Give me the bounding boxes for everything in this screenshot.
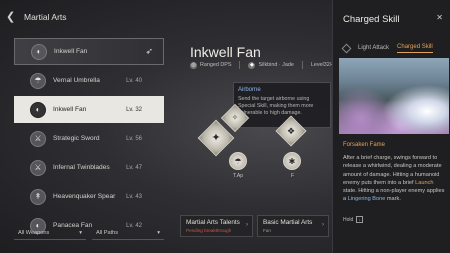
weapon-level: Lv. 43: [126, 193, 142, 200]
weapon-name: Inkwell Fan: [54, 48, 88, 55]
skill-tab-icon: [341, 43, 352, 54]
sword-icon: ⚔: [30, 130, 46, 147]
back-icon[interactable]: ❮: [6, 11, 18, 23]
hold-label: Hold: [343, 216, 354, 223]
chevron-down-icon: ▾: [157, 229, 160, 236]
weapon-item-equipped[interactable]: ◐ Inkwell Fan ➶: [14, 38, 164, 65]
weapon-name: Infernal Twinblades: [53, 164, 110, 171]
spear-icon: ↟: [30, 188, 46, 205]
weapon-item[interactable]: ⚔ Strategic Sword Lv. 56: [14, 125, 164, 152]
fan-icon: ◐: [31, 43, 47, 60]
node-label: T.Ap: [233, 173, 244, 179]
filters: All Weapons ▾ All Paths ▾: [14, 226, 164, 240]
key-icon: ↓: [356, 216, 364, 223]
fan-icon: ✦: [211, 132, 221, 144]
tooltip-title: Airborne: [238, 87, 261, 93]
skill-node-bottom-left[interactable]: ☂: [229, 152, 247, 170]
basic-martial-arts-button[interactable]: Basic Martial Arts Fan ›: [257, 215, 329, 237]
weapon-meta: ◎ Ranged DPS ◆ Silkbind · Jade Level32/4…: [190, 61, 337, 69]
node-label: F: [291, 173, 295, 179]
weapon-level: Lv. 40: [126, 77, 142, 84]
weapon-item[interactable]: ↟ Heavenquaker Spear Lv. 43: [14, 183, 164, 210]
panel-title: Charged Skill: [343, 14, 400, 25]
talents-title: Martial Arts Talents: [186, 219, 240, 226]
weapon-name: Inkwell Fan: [53, 106, 87, 113]
tooltip-body: Send the target airborne using Special S…: [238, 96, 314, 116]
weapon-type: Ranged DPS: [200, 62, 232, 68]
weapon-title: Inkwell Fan: [190, 44, 261, 60]
skill-description: After a brief charge, swings forward to …: [343, 154, 447, 204]
weapon-level: Lv. 47: [126, 164, 142, 171]
bind-icon: ◆: [248, 61, 256, 69]
weapon-filter-dropdown[interactable]: All Weapons ▾: [14, 226, 86, 240]
chevron-down-icon: ▾: [79, 229, 82, 236]
weapon-item[interactable]: ⚔ Infernal Twinblades Lv. 47: [14, 154, 164, 181]
weapon-name: Strategic Sword: [53, 135, 100, 142]
twinblades-icon: ⚔: [30, 159, 46, 176]
divider: [239, 61, 241, 69]
weapon-name: Heavenquaker Spear: [53, 193, 116, 200]
chevron-right-icon: ›: [246, 222, 248, 228]
skill-node-bottom-right[interactable]: ✱: [283, 152, 301, 170]
basic-title: Basic Martial Arts: [263, 219, 313, 226]
weapon-level: Lv. 56: [126, 135, 142, 142]
bind-cell: ◆ Silkbind · Jade: [248, 61, 294, 69]
close-icon[interactable]: ✕: [436, 13, 443, 22]
umbrella-icon: ☂: [30, 72, 46, 89]
role-cell: ◎ Ranged DPS: [190, 61, 232, 69]
weapon-item-selected[interactable]: ◐ Inkwell Fan Lv. 32: [14, 96, 164, 123]
wind-icon: ✧: [231, 113, 239, 122]
skill-preview-image: [339, 58, 449, 134]
divider: [301, 61, 303, 69]
page-title: Martial Arts: [24, 12, 67, 22]
skill-tabs: Light Attack Charged Skill: [341, 43, 433, 54]
role-icon: ◎: [190, 61, 197, 69]
skill-detail-panel: Charged Skill ✕ Light Attack Charged Ski…: [332, 0, 450, 253]
feather-icon: ➶: [145, 46, 153, 56]
martial-arts-talents-button[interactable]: Martial Arts Talents Pending breakthroug…: [180, 215, 253, 237]
weapon-bind: Silkbind · Jade: [258, 62, 294, 68]
filter-label: All Paths: [96, 229, 119, 236]
weapon-level: Lv. 32: [126, 106, 142, 113]
hold-hint: Hold ↓: [343, 216, 364, 223]
filter-label: All Weapons: [18, 229, 50, 236]
top-bar: ❮ Martial Arts: [0, 0, 332, 34]
desc-highlight: Launch: [415, 179, 434, 186]
basic-status: Fan: [263, 228, 271, 233]
desc-part: mark.: [386, 196, 401, 203]
weapon-item[interactable]: ☂ Vernal Umbrella Lv. 40: [14, 67, 164, 94]
desc-highlight: Lingering Bone: [347, 196, 386, 203]
path-filter-dropdown[interactable]: All Paths ▾: [92, 226, 164, 240]
umbrella-icon: ☂: [234, 156, 242, 166]
talents-status: Pending breakthrough: [186, 228, 232, 233]
chevron-right-icon: ›: [322, 222, 324, 228]
weapon-name: Vernal Umbrella: [53, 77, 100, 84]
tab-light-attack[interactable]: Light Attack: [358, 45, 389, 53]
skill-subtitle: Forsaken Fame: [343, 142, 386, 148]
spiral-icon: ✱: [288, 156, 296, 166]
whirl-icon: ❖: [286, 126, 296, 136]
fan-icon: ◐: [30, 101, 46, 118]
tab-charged-skill[interactable]: Charged Skill: [397, 44, 433, 53]
weapon-list: ◐ Inkwell Fan ➶ ☂ Vernal Umbrella Lv. 40…: [14, 38, 164, 241]
